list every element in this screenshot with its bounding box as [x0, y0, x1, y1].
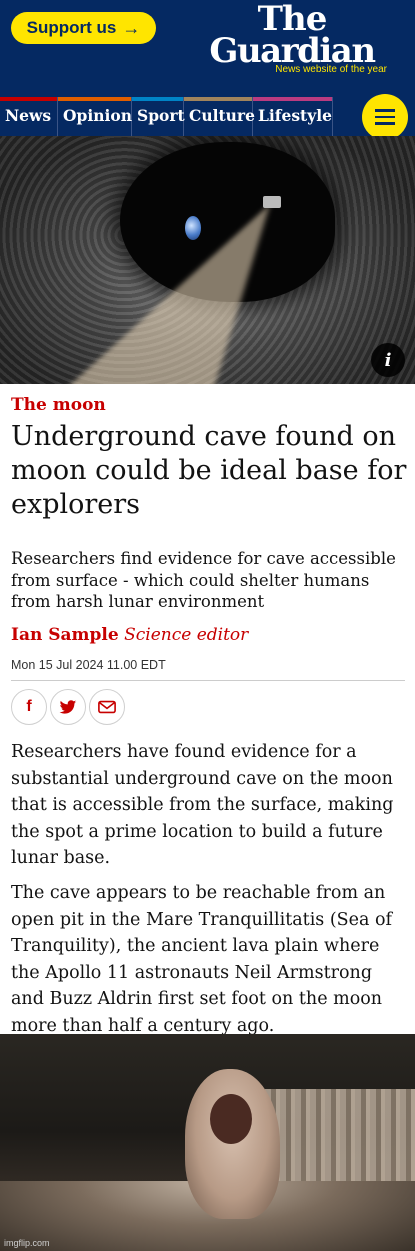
nav-item-label: Sport [137, 106, 185, 125]
watermark: imgflip.com [4, 1238, 50, 1248]
body-paragraph: The cave appears to be reachable from an… [11, 883, 393, 1036]
menu-line [375, 122, 395, 125]
hamburger-icon[interactable] [362, 94, 408, 140]
twitter-icon [59, 699, 77, 714]
meme-image: imgflip.com [0, 1034, 415, 1251]
nav-item-lifestyle[interactable]: Lifestyle [253, 97, 333, 136]
nav-accent-sport [132, 97, 183, 101]
support-us-button[interactable]: Support us → [11, 12, 156, 44]
nav-accent-lifestyle [253, 97, 332, 101]
menu-line [375, 115, 395, 119]
headline: Underground cave found on moon could be … [11, 421, 407, 520]
spacecraft [263, 196, 281, 208]
share-email-button[interactable] [89, 689, 125, 725]
section-kicker[interactable]: The moon [11, 395, 106, 415]
email-icon [98, 700, 116, 714]
author-name[interactable]: Ian Sample [11, 625, 119, 645]
standfirst: Researchers find evidence for cave acces… [11, 549, 396, 611]
body-paragraph: Researchers have found evidence for a su… [11, 742, 394, 868]
publish-date: Mon 15 Jul 2024 11.00 EDT [11, 658, 166, 672]
logo-tagline: News website of the year [275, 64, 387, 75]
nav-item-sport[interactable]: Sport [132, 97, 185, 136]
divider [11, 680, 405, 681]
image-info-button[interactable]: i [371, 343, 405, 377]
share-facebook-button[interactable]: f [11, 689, 47, 725]
space-worm-creature [185, 1069, 280, 1219]
nav-item-label: Culture [189, 106, 255, 125]
nav-item-label: Opinion [63, 106, 132, 125]
nav-accent-news [0, 97, 57, 101]
nav-item-opinion[interactable]: Opinion [58, 97, 132, 136]
creature-mouth [210, 1094, 252, 1144]
section-nav: News Opinion Sport Culture Lifestyle [0, 97, 415, 136]
byline: Ian Sample Science editor [11, 625, 248, 645]
hero-image [0, 136, 415, 384]
share-twitter-button[interactable] [50, 689, 86, 725]
author-role: Science editor [124, 625, 249, 645]
earth-in-sky [185, 216, 201, 240]
facebook-icon: f [26, 698, 32, 715]
nav-accent-culture [184, 97, 252, 101]
nav-accent-opinion [58, 97, 131, 101]
nav-item-label: News [5, 106, 52, 125]
arrow-right-icon: → [122, 17, 141, 38]
nav-item-label: Lifestyle [258, 106, 332, 125]
logo-line-2: Guardian [209, 31, 376, 71]
menu-line [375, 109, 395, 112]
support-us-label: Support us [26, 18, 117, 37]
nav-item-culture[interactable]: Culture [184, 97, 255, 136]
nav-item-news[interactable]: News [0, 97, 58, 136]
